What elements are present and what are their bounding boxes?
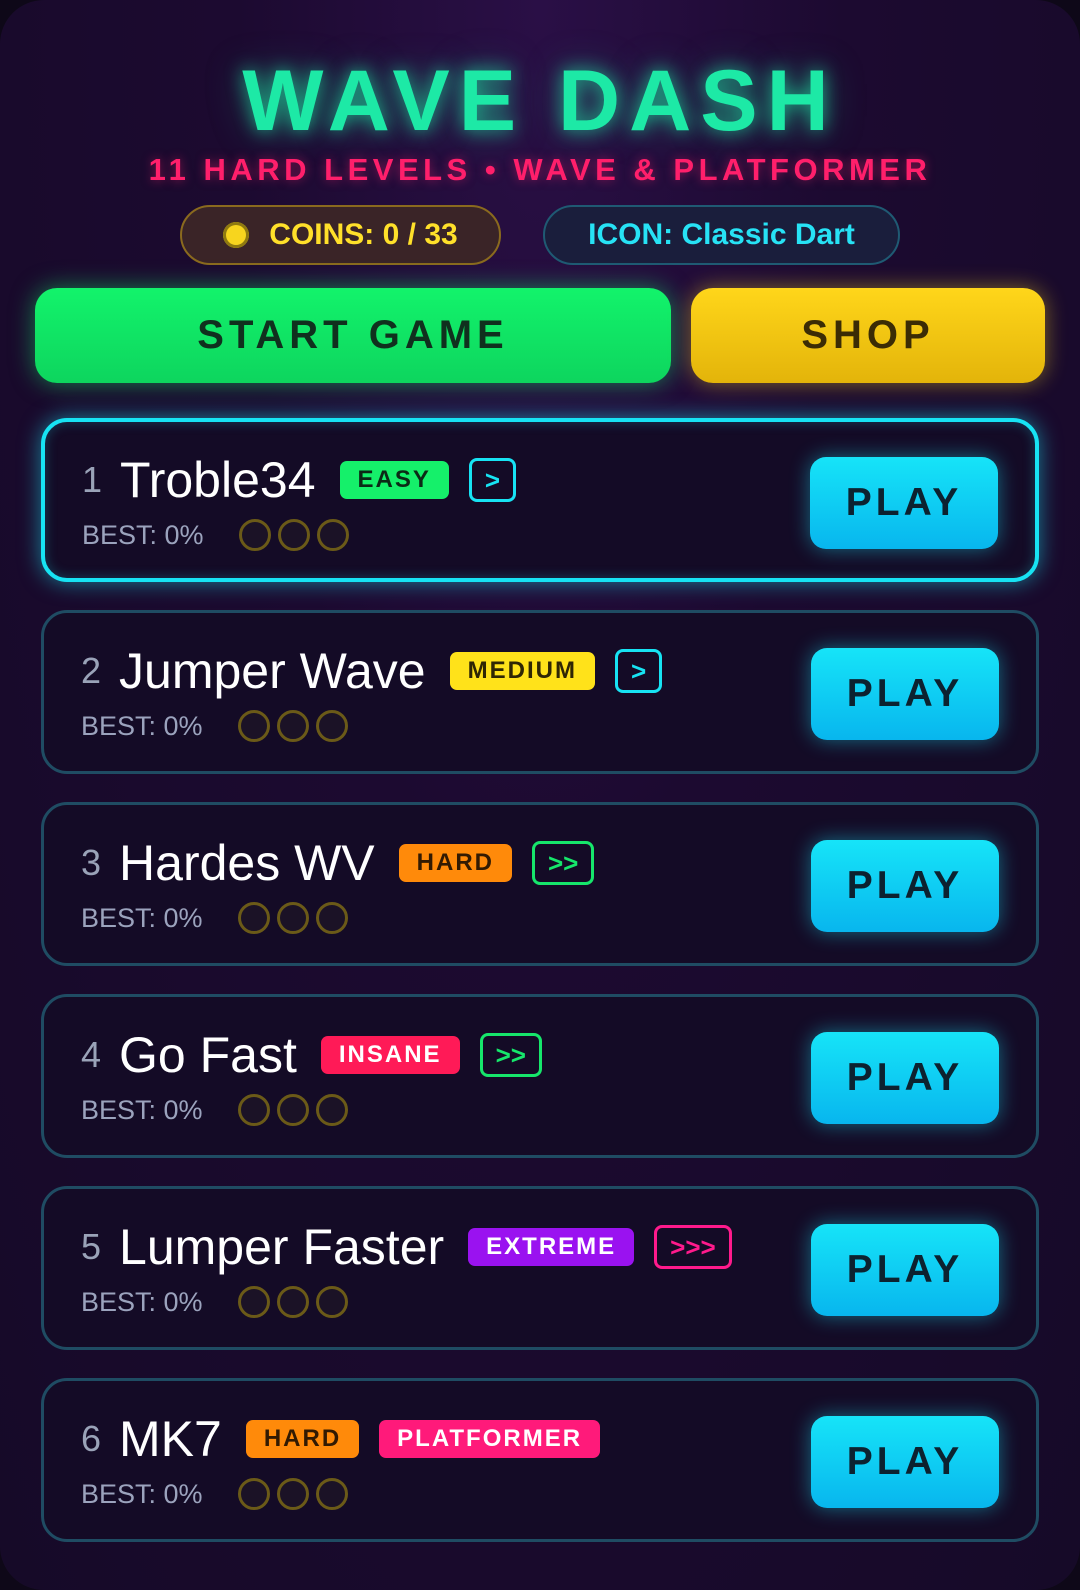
coin-slot-icon [238, 1286, 270, 1318]
coin-slot-icon [238, 1478, 270, 1510]
coin-slot-icon [316, 710, 348, 742]
difficulty-badge: EXTREME [468, 1228, 635, 1266]
play-button[interactable]: PLAY [811, 1032, 999, 1124]
coin-slot-icon [238, 902, 270, 934]
coins-label: COINS: 0 / 33 [269, 218, 458, 251]
coins-counter: COINS: 0 / 33 [180, 205, 501, 265]
level-number: 4 [81, 1034, 102, 1075]
best-progress: BEST: 0% [81, 1478, 203, 1509]
level-number: 5 [81, 1226, 102, 1267]
coin-slot-icon [239, 519, 271, 551]
level-name: Go Fast [119, 1027, 297, 1083]
coin-slot-icon [316, 1094, 348, 1126]
level-name: MK7 [119, 1411, 222, 1467]
shop-button[interactable]: SHOP [691, 288, 1045, 383]
speed-indicator: > [614, 649, 663, 693]
best-progress: BEST: 0% [82, 519, 204, 550]
play-button[interactable]: PLAY [810, 457, 998, 549]
best-progress: BEST: 0% [81, 1286, 203, 1317]
coin-slot-icon [277, 710, 309, 742]
difficulty-badge: MEDIUM [449, 652, 595, 690]
speed-indicator: >> [479, 1033, 542, 1077]
level-number: 3 [81, 842, 102, 883]
level-name: Lumper Faster [119, 1219, 445, 1275]
level-card-6[interactable]: 6 MK7 HARD PLATFORMER BEST: 0% PLAY [41, 1378, 1039, 1542]
game-title: WAVE DASH [242, 53, 838, 149]
difficulty-badge: HARD [398, 844, 512, 882]
coin-slot-icon [277, 1094, 309, 1126]
level-name: Hardes WV [119, 835, 375, 891]
coin-slot-icon [238, 1094, 270, 1126]
platformer-tag: PLATFORMER [379, 1420, 601, 1458]
play-button[interactable]: PLAY [811, 648, 999, 740]
level-card-5[interactable]: 5 Lumper Faster EXTREME >>> BEST: 0% PLA… [41, 1186, 1039, 1350]
coin-slot-icon [278, 519, 310, 551]
best-progress: BEST: 0% [81, 1094, 203, 1125]
coin-slot-icon [316, 1286, 348, 1318]
menu-panel: WAVE DASH 11 HARD LEVELS • WAVE & PLATFO… [0, 0, 1080, 1590]
level-name: Troble34 [120, 452, 316, 508]
play-button[interactable]: PLAY [811, 840, 999, 932]
level-number: 2 [81, 650, 102, 691]
coin-slot-icon [277, 1286, 309, 1318]
difficulty-badge: INSANE [320, 1036, 460, 1074]
speed-indicator: > [468, 458, 517, 502]
icon-label: ICON: Classic Dart [588, 218, 855, 251]
best-progress: BEST: 0% [81, 902, 203, 933]
coin-slot-icon [238, 710, 270, 742]
level-number: 6 [81, 1418, 102, 1459]
game-subtitle: 11 HARD LEVELS • WAVE & PLATFORMER [148, 152, 932, 187]
best-progress: BEST: 0% [81, 710, 203, 741]
speed-indicator: >>> [654, 1225, 732, 1269]
level-card-1[interactable]: 1 Troble34 EASY > BEST: 0% PLAY [41, 418, 1039, 582]
difficulty-badge: HARD [245, 1420, 360, 1458]
level-card-2[interactable]: 2 Jumper Wave MEDIUM > BEST: 0% PLAY [41, 610, 1039, 774]
coin-slot-icon [277, 902, 309, 934]
coin-slot-icon [277, 1478, 309, 1510]
coin-slot-icon [316, 1478, 348, 1510]
level-name: Jumper Wave [119, 643, 426, 699]
start-game-button[interactable]: START GAME [35, 288, 671, 383]
coin-slot-icon [316, 902, 348, 934]
level-card-3[interactable]: 3 Hardes WV HARD >> BEST: 0% PLAY [41, 802, 1039, 966]
speed-indicator: >> [531, 841, 595, 885]
play-button[interactable]: PLAY [811, 1416, 999, 1508]
level-card-4[interactable]: 4 Go Fast INSANE >> BEST: 0% PLAY [41, 994, 1039, 1158]
selected-icon-indicator[interactable]: ICON: Classic Dart [543, 205, 900, 265]
play-button[interactable]: PLAY [811, 1224, 999, 1316]
coin-icon [223, 222, 250, 248]
difficulty-badge: EASY [339, 461, 449, 499]
level-number: 1 [82, 459, 103, 500]
coin-slot-icon [317, 519, 349, 551]
